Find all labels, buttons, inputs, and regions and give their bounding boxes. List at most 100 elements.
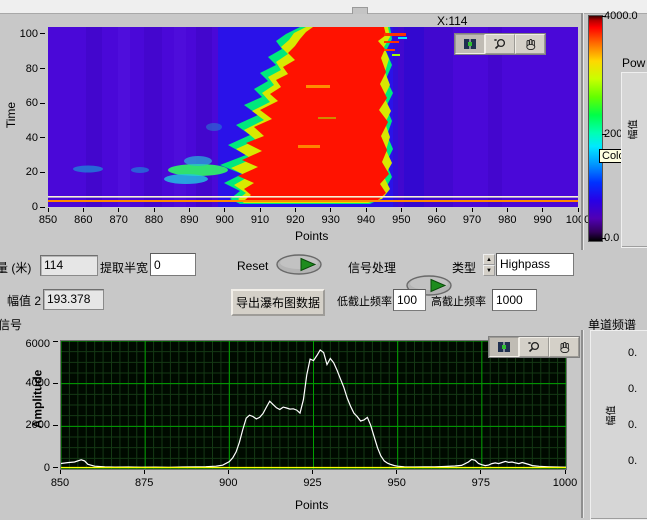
top-scroll-strip[interactable] <box>0 0 647 14</box>
y-tick <box>40 172 45 173</box>
y-tick <box>40 137 45 138</box>
y-tick-label: 0 <box>0 201 38 213</box>
cursor-tool-icon[interactable] <box>455 34 485 54</box>
waveform-plot[interactable] <box>60 340 567 470</box>
x-tick-label: 950 <box>381 477 413 489</box>
spectrum-panel-y-label: 幅值 <box>603 406 618 426</box>
colorbar-max-label: 4000.0 <box>604 10 638 22</box>
power-panel <box>621 72 647 248</box>
colormap-scale[interactable] <box>588 15 603 242</box>
y-tick <box>40 207 45 208</box>
x-tick-label: 850 <box>44 477 76 489</box>
waveform-x-axis-label: Points <box>295 498 328 512</box>
y-tick <box>53 467 58 468</box>
signal-section-label: 信号 <box>0 316 30 333</box>
cursor-readout: X:114 <box>437 14 467 28</box>
x-tick-label: 850 <box>34 214 62 226</box>
zoom-tool-icon[interactable] <box>485 34 515 54</box>
waterfall-graph-toolbar <box>454 33 546 55</box>
spectrum-tick: 0. <box>628 383 637 395</box>
x-tick-label: 890 <box>175 214 203 226</box>
x-tick-label: 975 <box>465 477 497 489</box>
waterfall-y-axis: 100806040200 <box>0 27 46 207</box>
waveform-y-axis: 6000400020000 <box>0 340 58 468</box>
reset-label: Reset <box>237 259 268 273</box>
pane-divider-top <box>581 13 583 250</box>
x-tick <box>330 208 331 212</box>
halfwidth-input[interactable] <box>150 253 196 276</box>
power-panel-y-label: 幅值 <box>625 120 640 140</box>
pan-tool-icon[interactable] <box>549 337 579 357</box>
x-tick-label: 950 <box>387 214 415 226</box>
x-tick-label: 900 <box>211 214 239 226</box>
zoom-tool-icon[interactable] <box>519 337 549 357</box>
y-tick-label: 40 <box>0 132 38 144</box>
y-tick-label: 20 <box>0 166 38 178</box>
filter-type-combo[interactable]: Highpass <box>496 253 574 276</box>
x-tick-label: 990 <box>529 214 557 226</box>
x-tick <box>224 208 225 212</box>
waterfall-plot[interactable] <box>48 27 578 207</box>
pane-divider-bottom <box>581 330 583 518</box>
spinner-up-icon[interactable]: ▲ <box>483 254 495 265</box>
x-tick <box>48 208 49 212</box>
x-tick-label: 860 <box>69 214 97 226</box>
x-tick <box>83 208 84 212</box>
low-cutoff-label: 低截止频率 <box>337 293 392 309</box>
x-tick-label: 1000 <box>549 477 581 489</box>
amp2-indicator[interactable]: 193.378 <box>43 289 104 310</box>
colorbar-tick <box>602 134 606 135</box>
y-tick-label: 6000 <box>8 338 50 350</box>
y-tick <box>53 341 58 342</box>
x-tick-label: 910 <box>246 214 274 226</box>
type-spinner[interactable]: ▲ ▼ <box>483 254 495 276</box>
spectrum-tick: 0. <box>628 419 637 431</box>
y-tick <box>40 68 45 69</box>
amp2-label: 幅值 2 <box>7 292 41 309</box>
x-tick-label: 880 <box>140 214 168 226</box>
position-indicator[interactable]: 114 <box>40 255 98 276</box>
x-tick-label: 920 <box>281 214 309 226</box>
x-tick-label: 875 <box>128 477 160 489</box>
sigproc-label: 信号处理 <box>348 259 396 276</box>
scroll-notch[interactable] <box>352 7 368 14</box>
position-label: 量 (米) <box>0 259 34 276</box>
power-panel-title: Pow <box>622 56 645 70</box>
type-label: 类型 <box>452 259 476 276</box>
waveform-x-axis: 8508759009259509751000 <box>60 470 565 496</box>
x-tick-label: 960 <box>423 214 451 226</box>
y-tick-label: 2000 <box>8 419 50 431</box>
high-cutoff-input[interactable] <box>492 289 537 311</box>
x-tick-label: 970 <box>458 214 486 226</box>
x-tick <box>436 208 437 212</box>
reset-toggle[interactable] <box>276 254 322 275</box>
x-tick <box>189 208 190 212</box>
pan-tool-icon[interactable] <box>515 34 545 54</box>
x-tick <box>401 208 402 212</box>
y-tick-label: 100 <box>0 28 38 40</box>
waterfall-x-axis-label: Points <box>295 229 328 243</box>
y-tick <box>40 33 45 34</box>
x-tick-label: 925 <box>297 477 329 489</box>
y-tick <box>53 425 58 426</box>
spectrum-panel <box>590 330 647 520</box>
x-tick-label: 900 <box>212 477 244 489</box>
colorbar-tick <box>602 238 606 239</box>
y-tick-label: 4000 <box>8 377 50 389</box>
y-tick-label: 80 <box>0 63 38 75</box>
export-waterfall-button[interactable]: 导出瀑布图数据 <box>231 289 325 316</box>
y-tick <box>53 383 58 384</box>
x-tick-label: 980 <box>493 214 521 226</box>
waveform-chart <box>61 341 566 469</box>
x-tick <box>118 208 119 212</box>
x-tick <box>542 208 543 212</box>
spinner-down-icon[interactable]: ▼ <box>483 265 495 276</box>
colorbar-tick <box>602 16 606 17</box>
low-cutoff-input[interactable] <box>393 289 426 311</box>
y-tick-label: 0 <box>8 462 50 474</box>
cursor-tool-icon[interactable] <box>489 337 519 357</box>
x-tick <box>154 208 155 212</box>
x-tick-label: 940 <box>352 214 380 226</box>
x-tick <box>366 208 367 212</box>
x-tick <box>507 208 508 212</box>
